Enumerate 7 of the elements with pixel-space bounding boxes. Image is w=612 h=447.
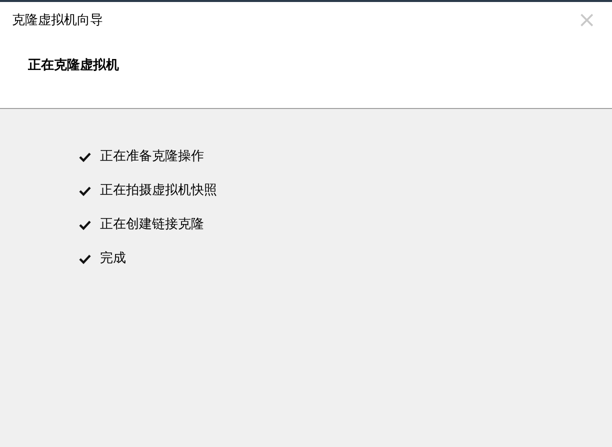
step-label: 正在创建链接克隆 <box>100 216 204 234</box>
step-label: 完成 <box>100 250 126 268</box>
window-title: 克隆虚拟机向导 <box>12 12 103 30</box>
step-label: 正在拍摄虚拟机快照 <box>100 182 217 200</box>
step-label: 正在准备克隆操作 <box>100 148 204 166</box>
page-heading: 正在克隆虚拟机 <box>28 58 119 73</box>
close-button[interactable]: × <box>574 10 600 32</box>
